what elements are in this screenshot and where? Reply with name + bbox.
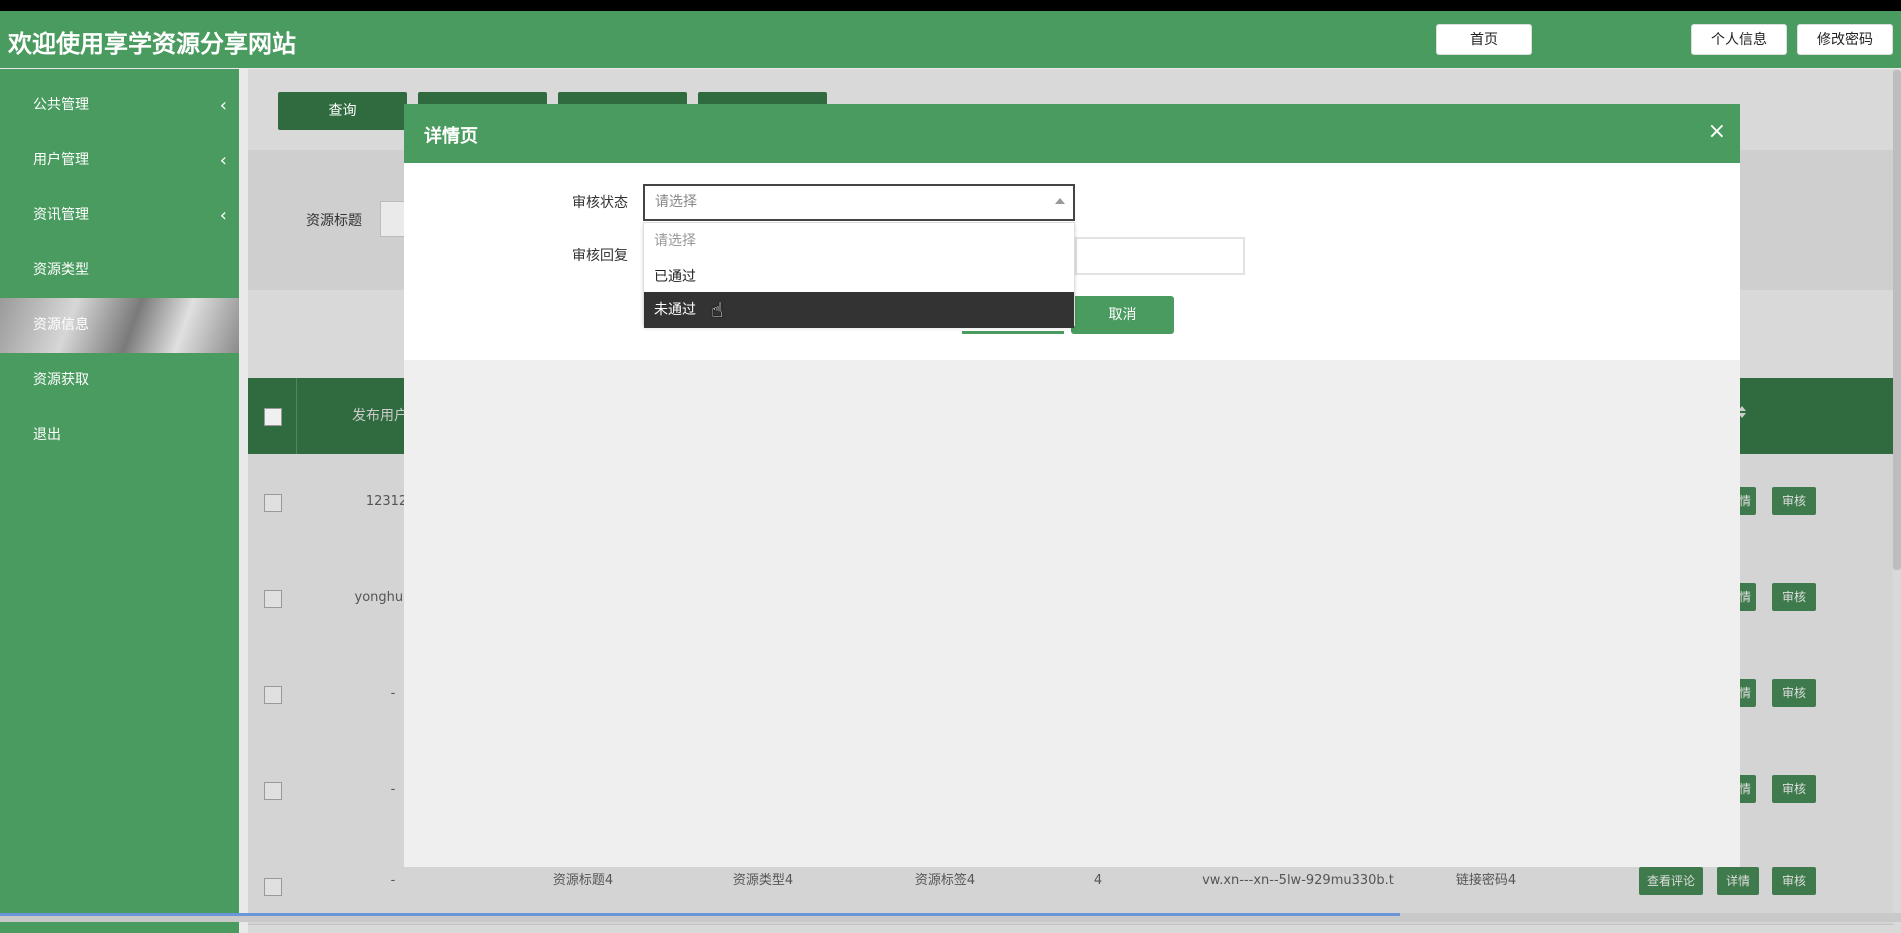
hand-pointer-icon: ☝ bbox=[711, 298, 724, 322]
chevron-left-icon: ‹ bbox=[219, 205, 227, 226]
sidebar-item-label: 资源类型 bbox=[33, 262, 89, 278]
detail-modal: 详情页 × 审核状态 请选择 审核回复 取消 请选择 已通过 未通过 bbox=[404, 104, 1740, 867]
row-checkbox[interactable] bbox=[264, 782, 282, 800]
close-icon[interactable]: × bbox=[1708, 118, 1726, 146]
status-label: 审核状态 bbox=[572, 195, 628, 211]
chevron-up-icon bbox=[1055, 198, 1065, 204]
confirm-button[interactable] bbox=[962, 331, 1064, 334]
sidebar-item-logout[interactable]: 退出 bbox=[0, 408, 239, 463]
site-title: 欢迎使用享学资源分享网站 bbox=[8, 30, 296, 58]
view-comments-button[interactable]: 查看评论 bbox=[1639, 867, 1703, 895]
status-dropdown: 请选择 已通过 未通过 bbox=[643, 222, 1075, 328]
chevron-left-icon: ‹ bbox=[219, 95, 227, 116]
dropdown-option[interactable]: 请选择 bbox=[644, 223, 1074, 259]
chevron-left-icon: ‹ bbox=[219, 150, 227, 171]
column-divider bbox=[296, 378, 297, 454]
sidebar: 公共管理 ‹ 用户管理 ‹ 资讯管理 ‹ 资源类型 资源信息 资源获取 退出 bbox=[0, 69, 239, 933]
select-all-checkbox[interactable] bbox=[264, 408, 282, 426]
sidebar-item-label: 退出 bbox=[33, 427, 61, 443]
sidebar-item-label: 用户管理 bbox=[33, 152, 89, 168]
sidebar-item-user-management[interactable]: 用户管理 ‹ bbox=[0, 133, 239, 188]
vertical-scrollbar[interactable] bbox=[1893, 70, 1901, 570]
sidebar-item-resource-acquire[interactable]: 资源获取 bbox=[0, 353, 239, 408]
detail-button[interactable]: 详情 bbox=[1717, 867, 1759, 895]
filter-label: 资源标题 bbox=[306, 213, 362, 229]
row-checkbox[interactable] bbox=[264, 878, 282, 896]
sidebar-item-label: 资源获取 bbox=[33, 372, 89, 388]
row-checkbox[interactable] bbox=[264, 686, 282, 704]
sidebar-item-resource-info[interactable]: 资源信息 bbox=[0, 298, 239, 353]
profile-button[interactable]: 个人信息 bbox=[1691, 24, 1787, 55]
review-button[interactable]: 审核 bbox=[1772, 867, 1816, 895]
sidebar-item-news-management[interactable]: 资讯管理 ‹ bbox=[0, 188, 239, 243]
status-select[interactable]: 请选择 bbox=[643, 184, 1075, 221]
cancel-button[interactable]: 取消 bbox=[1071, 296, 1174, 334]
status-select-value: 请选择 bbox=[655, 194, 697, 210]
sidebar-item-public-management[interactable]: 公共管理 ‹ bbox=[0, 78, 239, 133]
review-button[interactable]: 审核 bbox=[1772, 583, 1816, 611]
review-button[interactable]: 审核 bbox=[1772, 487, 1816, 515]
review-button[interactable]: 审核 bbox=[1772, 775, 1816, 803]
row-checkbox[interactable] bbox=[264, 494, 282, 512]
reply-label: 审核回复 bbox=[572, 248, 628, 264]
sidebar-item-label: 资讯管理 bbox=[33, 207, 89, 223]
modal-title: 详情页 bbox=[424, 126, 478, 147]
sidebar-item-resource-type[interactable]: 资源类型 bbox=[0, 243, 239, 298]
sidebar-item-label: 公共管理 bbox=[33, 97, 89, 113]
column-header-publisher[interactable]: 发布用户 bbox=[352, 378, 408, 454]
top-header: 欢迎使用享学资源分享网站 首页 个人信息 修改密码 bbox=[0, 11, 1901, 68]
dropdown-option[interactable]: 已通过 bbox=[644, 259, 1074, 295]
sidebar-item-label: 资源信息 bbox=[33, 317, 89, 333]
review-button[interactable]: 审核 bbox=[1772, 679, 1816, 707]
reply-input[interactable] bbox=[1075, 237, 1245, 275]
modal-header: 详情页 × bbox=[404, 104, 1740, 163]
page: 欢迎使用享学资源分享网站 首页 个人信息 修改密码 公共管理 ‹ 用户管理 ‹ … bbox=[0, 11, 1901, 933]
horizontal-scrollbar-thumb[interactable] bbox=[0, 913, 1400, 916]
change-password-button[interactable]: 修改密码 bbox=[1797, 24, 1893, 55]
dropdown-option[interactable]: 未通过 bbox=[644, 292, 1074, 328]
row-checkbox[interactable] bbox=[264, 590, 282, 608]
modal-body: 审核状态 请选择 审核回复 取消 请选择 已通过 未通过 bbox=[404, 163, 1740, 360]
home-button[interactable]: 首页 bbox=[1436, 24, 1532, 55]
query-button[interactable]: 查询 bbox=[278, 92, 407, 130]
